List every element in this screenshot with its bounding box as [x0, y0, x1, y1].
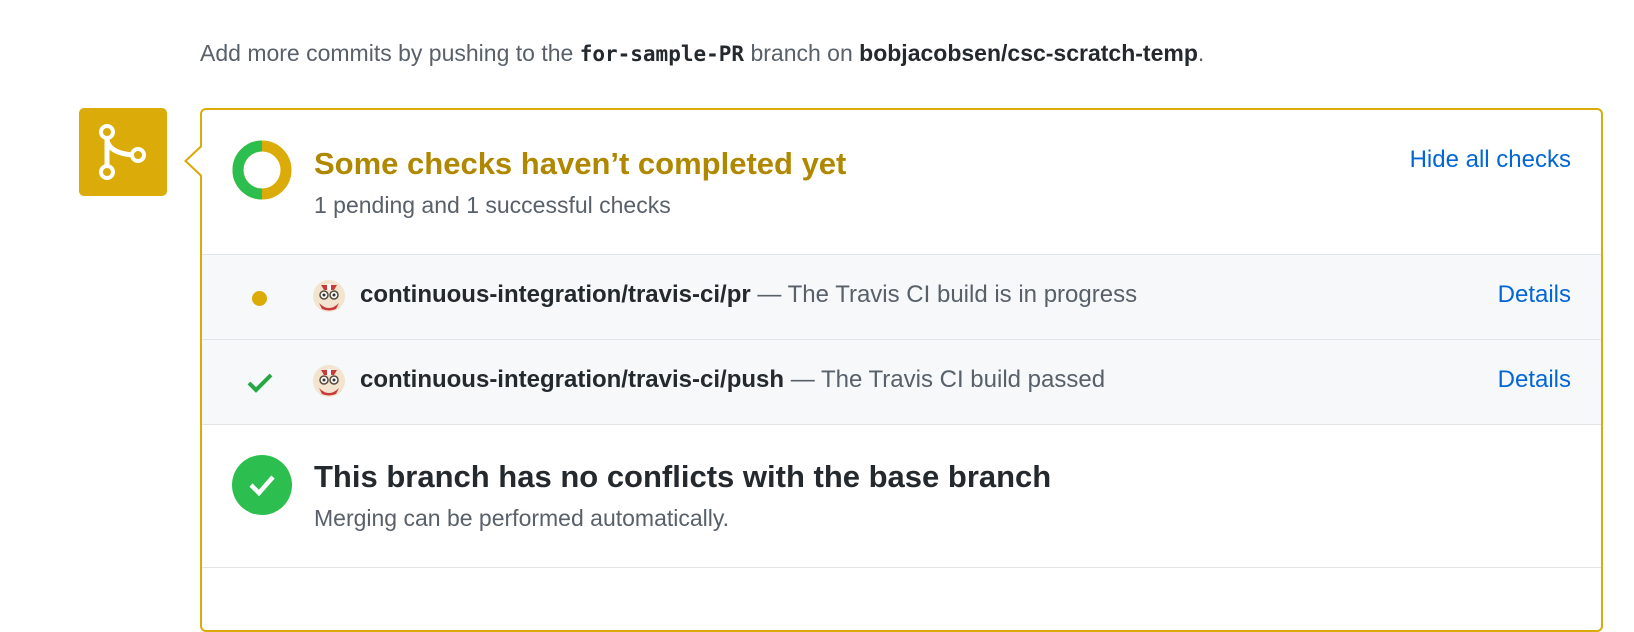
- mergeability-section: This branch has no conflicts with the ba…: [202, 425, 1601, 568]
- check-circle-icon: [232, 455, 292, 515]
- check-description: continuous-integration/travis-ci/pr — Th…: [360, 281, 1137, 309]
- commit-hint-suffix: .: [1197, 40, 1205, 66]
- travis-ci-avatar-icon: [313, 280, 345, 312]
- check-details-link[interactable]: Details: [1498, 366, 1571, 394]
- check-details-link[interactable]: Details: [1498, 281, 1571, 309]
- checks-status-title: Some checks haven’t completed yet: [314, 146, 847, 181]
- panel-caret-inner: [187, 147, 202, 175]
- status-donut-icon: [232, 140, 292, 200]
- checks-status-summary: 1 pending and 1 successful checks: [314, 192, 671, 218]
- hide-all-checks-link[interactable]: Hide all checks: [1410, 146, 1571, 174]
- merge-status-badge: [79, 108, 167, 196]
- check-message: The Travis CI build is in progress: [787, 281, 1138, 308]
- pending-dot-icon: [252, 291, 267, 306]
- merge-status-panel: Some checks haven’t completed yet 1 pend…: [184, 108, 1603, 632]
- check-separator: —: [784, 366, 821, 393]
- check-icon: [247, 373, 273, 393]
- check-separator: —: [750, 281, 788, 308]
- travis-ci-avatar-icon: [313, 365, 345, 397]
- check-message: The Travis CI build passed: [820, 366, 1106, 393]
- mergeability-title: This branch has no conflicts with the ba…: [314, 459, 1052, 494]
- check-context: continuous-integration/travis-ci/pr: [360, 281, 751, 308]
- check-context: continuous-integration/travis-ci/push: [360, 366, 785, 393]
- check-row: continuous-integration/travis-ci/push — …: [202, 340, 1601, 425]
- commit-hint-prefix: Add more commits by pushing to the: [200, 40, 574, 66]
- repo-name: bobjacobsen/csc-scratch-temp: [859, 40, 1198, 66]
- commit-hint-middle: branch on: [750, 40, 853, 66]
- commit-hint: Add more commits by pushing to the for-s…: [200, 40, 1204, 67]
- git-branch-icon: [99, 124, 146, 180]
- branch-name: for-sample-PR: [579, 42, 745, 66]
- check-description: continuous-integration/travis-ci/push — …: [360, 366, 1105, 394]
- mergeability-subtitle: Merging can be performed automatically.: [314, 505, 730, 531]
- checks-summary: Some checks haven’t completed yet 1 pend…: [202, 110, 1601, 255]
- check-row: continuous-integration/travis-ci/pr — Th…: [202, 255, 1601, 340]
